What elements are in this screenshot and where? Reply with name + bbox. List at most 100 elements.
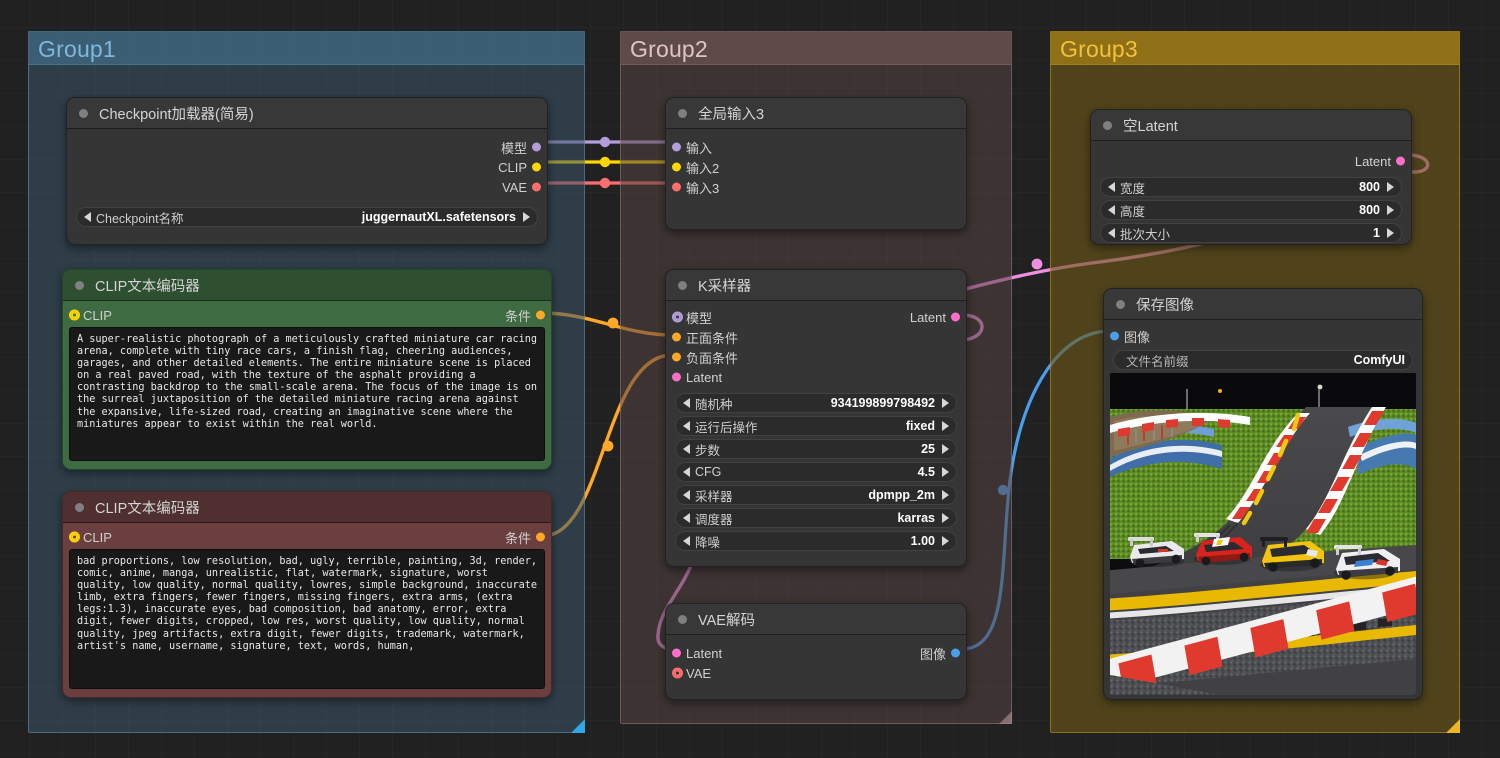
widget-cfg[interactable]: CFG 4.5 — [675, 462, 957, 482]
positive-input-port[interactable] — [672, 332, 681, 342]
widget-height[interactable]: 高度 800 — [1100, 200, 1402, 220]
widget-sampler[interactable]: 采样器 dpmpp_2m — [675, 485, 957, 505]
decrement-arrow-icon[interactable] — [84, 212, 91, 222]
latent-output-port[interactable] — [951, 312, 960, 322]
empty-latent-header[interactable]: 空Latent — [1091, 110, 1411, 141]
conditioning-output-port[interactable] — [536, 310, 545, 320]
vae-input-port[interactable] — [672, 667, 683, 679]
ksampler-slot-negative[interactable]: 负面条件 — [666, 347, 966, 367]
clip-input-port[interactable] — [69, 309, 80, 321]
collapse-icon[interactable] — [678, 280, 687, 290]
checkpoint-loader-header[interactable]: Checkpoint加载器(简易) — [67, 98, 547, 129]
collapse-icon[interactable] — [75, 280, 84, 290]
widget-denoise[interactable]: 降噪 1.00 — [675, 531, 957, 551]
increment-arrow-icon[interactable] — [1387, 205, 1394, 215]
conditioning-output-port[interactable] — [536, 532, 545, 542]
widget-checkpoint-name[interactable]: Checkpoint名称 juggernautXL.safetensors — [76, 207, 538, 227]
ksampler-slot-positive[interactable]: 正面条件 — [666, 327, 966, 347]
node-clip-text-encode-negative[interactable]: CLIP文本编码器 CLIP 条件 bad proportions, low r… — [62, 491, 552, 698]
ksampler-slot-latent[interactable]: Latent — [666, 367, 966, 387]
decrement-arrow-icon[interactable] — [1108, 182, 1115, 192]
increment-arrow-icon[interactable] — [942, 398, 949, 408]
input-slot-3[interactable]: 输入3 — [666, 177, 966, 197]
collapse-icon[interactable] — [75, 502, 84, 512]
clip-input-port[interactable] — [69, 531, 80, 543]
input-1-port[interactable] — [672, 142, 681, 152]
increment-arrow-icon[interactable] — [1387, 182, 1394, 192]
increment-arrow-icon[interactable] — [942, 444, 949, 454]
decrement-arrow-icon[interactable] — [683, 467, 690, 477]
node-ksampler[interactable]: K采样器 模型 Latent 正面条件 负面条件 Latent 随机种 9341… — [665, 269, 967, 567]
workflow-canvas[interactable]: Group1 Group2 Group3 Checkpoint加载器(简易) 模… — [0, 0, 1500, 758]
vae-output-port[interactable] — [532, 182, 541, 192]
node-clip-text-encode-positive[interactable]: CLIP文本编码器 CLIP 条件 A super-realistic phot… — [62, 269, 552, 470]
group2-resize-handle[interactable] — [999, 711, 1012, 724]
output-slot-clip[interactable]: CLIP — [67, 157, 547, 177]
widget-control-after-generate[interactable]: 运行后操作 fixed — [675, 416, 957, 436]
image-input-port[interactable] — [1110, 331, 1119, 341]
decrement-arrow-icon[interactable] — [683, 444, 690, 454]
empty-latent-slot-out[interactable]: Latent — [1091, 151, 1411, 171]
negative-prompt-textarea[interactable]: bad proportions, low resolution, bad, ug… — [69, 549, 545, 689]
clip-negative-slots[interactable]: CLIP 条件 — [63, 527, 551, 547]
increment-arrow-icon[interactable] — [523, 212, 530, 222]
decrement-arrow-icon[interactable] — [683, 490, 690, 500]
latent-output-port[interactable] — [1396, 156, 1405, 166]
group1-resize-handle[interactable] — [571, 719, 585, 733]
node-save-image[interactable]: 保存图像 图像 文件名前缀 ComfyUI — [1103, 288, 1423, 700]
output-slot-model[interactable]: 模型 — [67, 137, 547, 157]
ksampler-header[interactable]: K采样器 — [666, 270, 966, 301]
widget-seed[interactable]: 随机种 934199899798492 — [675, 393, 957, 413]
input-3-port[interactable] — [672, 182, 681, 192]
node-vae-decode[interactable]: VAE解码 Latent 图像 VAE — [665, 603, 967, 700]
save-image-slot-image[interactable]: 图像 — [1104, 326, 1422, 346]
image-output-port[interactable] — [951, 648, 960, 658]
increment-arrow-icon[interactable] — [942, 490, 949, 500]
vae-decode-header[interactable]: VAE解码 — [666, 604, 966, 635]
decrement-arrow-icon[interactable] — [683, 513, 690, 523]
global-input3-header[interactable]: 全局输入3 — [666, 98, 966, 129]
image-preview-container[interactable] — [1110, 373, 1416, 695]
model-input-port[interactable] — [672, 311, 683, 323]
increment-arrow-icon[interactable] — [942, 421, 949, 431]
decrement-arrow-icon[interactable] — [683, 421, 690, 431]
collapse-icon[interactable] — [1103, 120, 1112, 130]
decrement-arrow-icon[interactable] — [683, 536, 690, 546]
latent-input-port[interactable] — [672, 372, 681, 382]
clip-positive-header[interactable]: CLIP文本编码器 — [63, 270, 551, 301]
clip-output-port[interactable] — [532, 162, 541, 172]
widget-steps[interactable]: 步数 25 — [675, 439, 957, 459]
collapse-icon[interactable] — [678, 108, 687, 118]
latent-input-port[interactable] — [672, 648, 681, 658]
widget-scheduler[interactable]: 调度器 karras — [675, 508, 957, 528]
group3-resize-handle[interactable] — [1446, 719, 1460, 733]
decrement-arrow-icon[interactable] — [1108, 228, 1115, 238]
increment-arrow-icon[interactable] — [942, 536, 949, 546]
clip-negative-header[interactable]: CLIP文本编码器 — [63, 492, 551, 523]
positive-prompt-textarea[interactable]: A super-realistic photograph of a meticu… — [69, 327, 545, 461]
node-global-input3[interactable]: 全局输入3 输入 输入2 输入3 — [665, 97, 967, 230]
collapse-icon[interactable] — [1116, 299, 1125, 309]
clip-positive-slots[interactable]: CLIP 条件 — [63, 305, 551, 325]
vae-decode-slot-latent[interactable]: Latent 图像 — [666, 643, 966, 663]
collapse-icon[interactable] — [79, 108, 88, 118]
output-slot-vae[interactable]: VAE — [67, 177, 547, 197]
node-empty-latent[interactable]: 空Latent Latent 宽度 800 高度 800 批次大小 1 — [1090, 109, 1412, 245]
collapse-icon[interactable] — [678, 614, 687, 624]
input-slot-1[interactable]: 输入 — [666, 137, 966, 157]
increment-arrow-icon[interactable] — [1387, 228, 1394, 238]
widget-width[interactable]: 宽度 800 — [1100, 177, 1402, 197]
save-image-header[interactable]: 保存图像 — [1104, 289, 1422, 320]
widget-filename-prefix[interactable]: 文件名前缀 ComfyUI — [1113, 350, 1413, 370]
input-2-port[interactable] — [672, 162, 681, 172]
increment-arrow-icon[interactable] — [942, 513, 949, 523]
ksampler-slot-model[interactable]: 模型 Latent — [666, 307, 966, 327]
decrement-arrow-icon[interactable] — [683, 398, 690, 408]
image-preview[interactable] — [1110, 373, 1416, 695]
input-slot-2[interactable]: 输入2 — [666, 157, 966, 177]
model-output-port[interactable] — [532, 142, 541, 152]
decrement-arrow-icon[interactable] — [1108, 205, 1115, 215]
negative-input-port[interactable] — [672, 352, 681, 362]
increment-arrow-icon[interactable] — [942, 467, 949, 477]
vae-decode-slot-vae[interactable]: VAE — [666, 663, 966, 683]
